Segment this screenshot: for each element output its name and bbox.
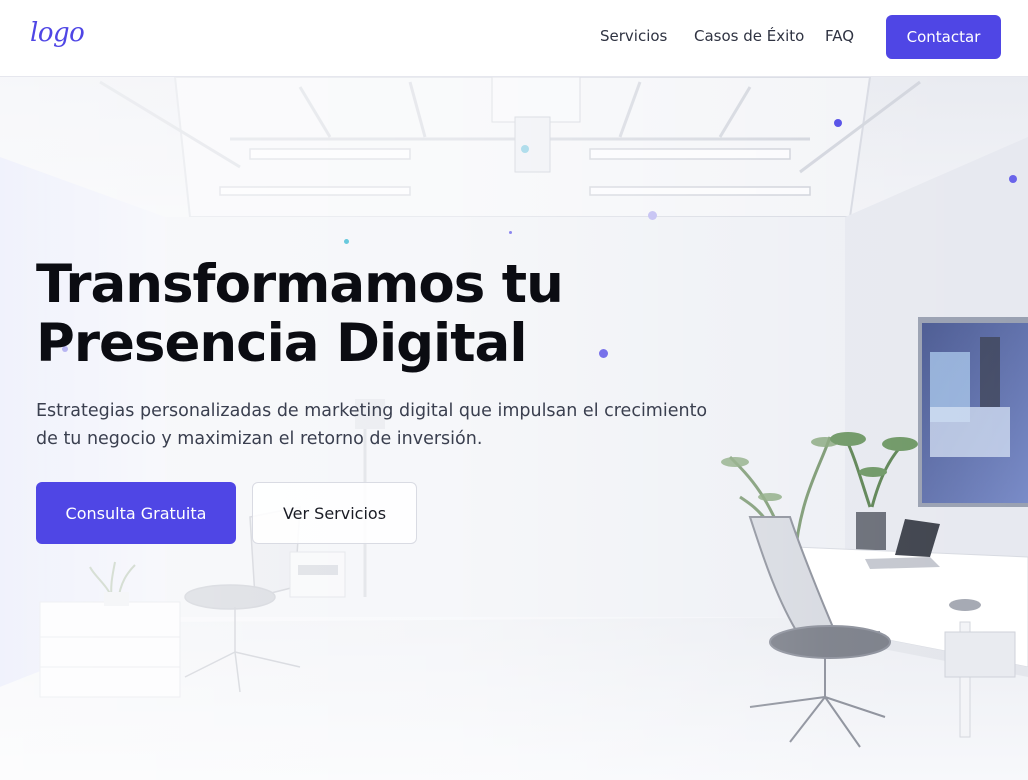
decorative-dot: [509, 231, 512, 234]
site-header: logo Servicios Casos de Éxito FAQ Contac…: [0, 0, 1028, 77]
hero-title-line-1: Transformamos tu: [36, 254, 564, 315]
decorative-dot: [834, 119, 842, 127]
hero-subtitle-line-1: Estrategias personalizadas de marketing …: [36, 401, 708, 421]
nav-link-faq[interactable]: FAQ: [825, 27, 854, 45]
hero-subtitle: Estrategias personalizadas de marketing …: [36, 397, 716, 453]
decorative-dot: [648, 211, 657, 220]
decorative-dot: [344, 239, 349, 244]
hero-title-line-2: Presencia Digital: [36, 313, 527, 374]
hero-subtitle-line-2: de tu negocio y maximizan el retorno de …: [36, 429, 483, 449]
free-consultation-button[interactable]: Consulta Gratuita: [36, 482, 236, 544]
nav-link-casos-de-exito[interactable]: Casos de Éxito: [694, 27, 804, 45]
contact-button[interactable]: Contactar: [886, 15, 1001, 59]
decorative-dot: [1009, 175, 1017, 183]
hero-title: Transformamos tu Presencia Digital: [36, 255, 656, 373]
logo[interactable]: logo: [30, 18, 85, 48]
view-services-button[interactable]: Ver Servicios: [252, 482, 417, 544]
nav-link-servicios[interactable]: Servicios: [600, 27, 667, 45]
